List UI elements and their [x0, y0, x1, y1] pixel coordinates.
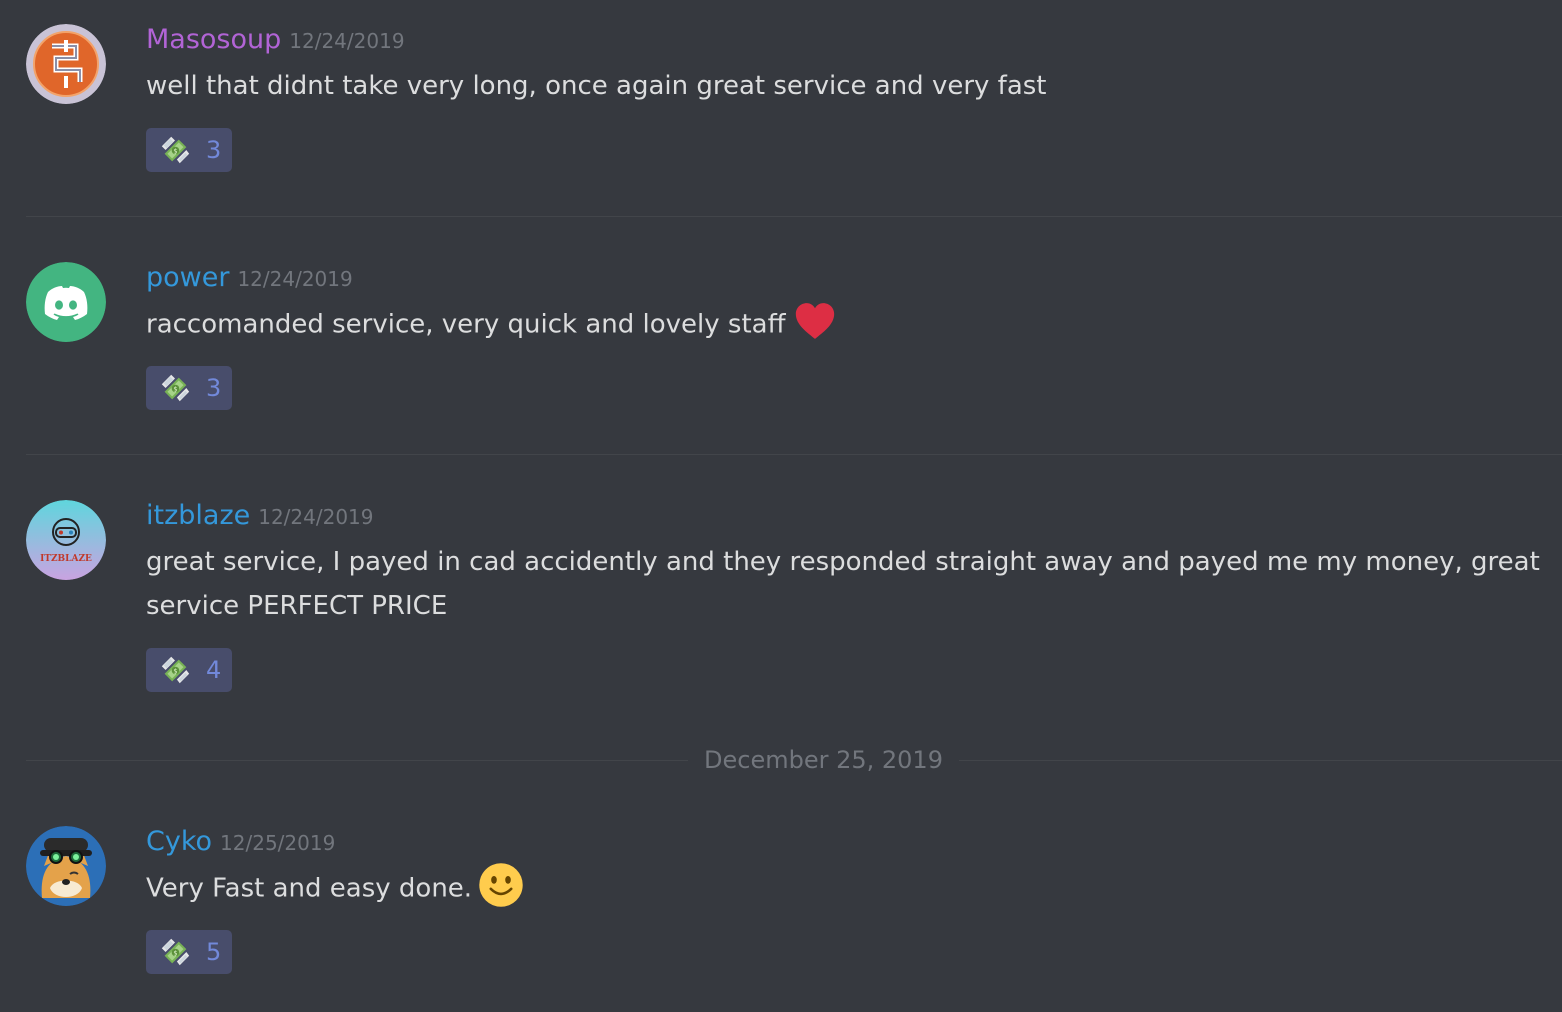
message-text: raccomanded service, very quick and love…	[146, 302, 1546, 348]
itzblaze-avatar-label: ITZBLAZE	[40, 554, 92, 564]
username[interactable]: itzblaze	[146, 500, 250, 531]
message-divider	[26, 216, 1562, 217]
reaction-button[interactable]: 3	[146, 128, 232, 172]
reaction-count: 3	[206, 136, 222, 164]
reaction-button[interactable]: 4	[146, 648, 232, 692]
message-text: well that didnt take very long, once aga…	[146, 64, 1546, 108]
red-heart-emoji	[795, 303, 834, 339]
masosoup-avatar[interactable]	[26, 24, 106, 104]
reaction-button[interactable]: 3	[146, 366, 232, 410]
money-with-wings-icon	[158, 133, 192, 167]
date-divider-label: December 25, 2019	[688, 745, 959, 775]
message-header: Cyko 12/25/2019	[146, 828, 335, 855]
timestamp: 12/25/2019	[220, 831, 336, 855]
message-body: well that didnt take very long, once aga…	[146, 71, 1047, 101]
timestamp: 12/24/2019	[289, 29, 405, 53]
message-text: Very Fast and easy done.	[146, 863, 1546, 912]
money-with-wings-icon	[158, 371, 192, 405]
message-body: great service, I payed in cad accidently…	[146, 547, 1540, 621]
slightly-smiling-face-emoji	[479, 863, 523, 907]
message-body: raccomanded service, very quick and love…	[146, 309, 786, 340]
message-header: itzblaze 12/24/2019	[146, 502, 374, 529]
username[interactable]: Cyko	[146, 826, 212, 857]
reaction-count: 5	[206, 938, 222, 966]
itzblaze-avatar[interactable]: ITZBLAZE	[26, 500, 106, 580]
username[interactable]: Masosoup	[146, 24, 281, 55]
message-header: Masosoup 12/24/2019	[146, 26, 405, 53]
money-with-wings-icon	[158, 935, 192, 969]
message-divider	[26, 454, 1562, 455]
reaction-button[interactable]: 5	[146, 930, 232, 974]
message-header: power 12/24/2019	[146, 264, 353, 291]
username[interactable]: power	[146, 262, 229, 293]
timestamp: 12/24/2019	[258, 505, 374, 529]
shiba-dog-avatar[interactable]	[26, 826, 106, 906]
chat-messages: Masosoup 12/24/2019 well that didnt take …	[0, 0, 1562, 1012]
message-text: great service, I payed in cad accidently…	[146, 540, 1546, 628]
reaction-count: 4	[206, 656, 222, 684]
reaction-count: 3	[206, 374, 222, 402]
discord-logo-avatar[interactable]	[26, 262, 106, 342]
timestamp: 12/24/2019	[237, 267, 353, 291]
message-body: Very Fast and easy done.	[146, 873, 473, 904]
money-with-wings-icon	[158, 653, 192, 687]
